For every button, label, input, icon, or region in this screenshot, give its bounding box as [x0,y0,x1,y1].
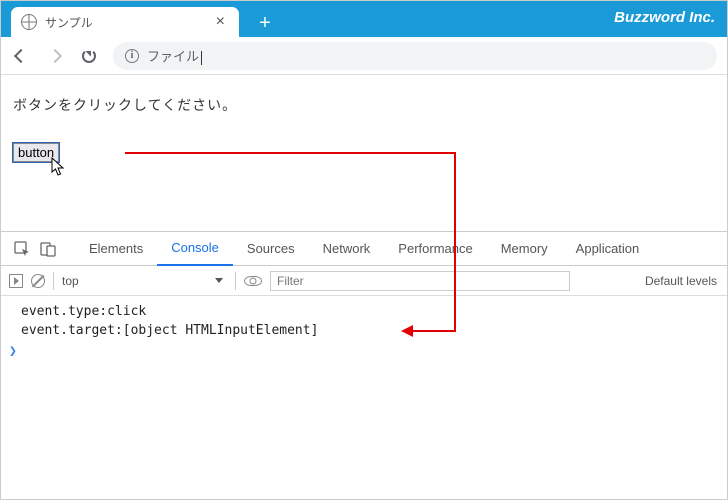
console-line: event.type:click [1,302,727,321]
page-body: ボタンをクリックしてください。 button [1,75,727,162]
console-output: event.type:click event.target:[object HT… [1,296,727,499]
clear-console-icon[interactable] [31,274,45,288]
address-field[interactable]: i ファイル [113,42,717,70]
device-toggle-icon[interactable] [35,236,61,262]
forward-button [45,46,65,66]
back-button[interactable] [11,46,31,66]
browser-titlebar: サンプル × + Buzzword Inc. [1,1,727,37]
url-bar: i ファイル [1,37,727,75]
tab-network[interactable]: Network [309,232,385,266]
tab-title: サンプル [45,14,212,31]
play-icon[interactable] [9,274,23,288]
tab-strip: サンプル × + [1,1,279,37]
divider [53,272,54,290]
console-line: event.target:[object HTMLInputElement] [1,321,727,340]
inspect-icon[interactable] [9,236,35,262]
chevron-down-icon [215,278,223,283]
devtools-tabbar: Elements Console Sources Network Perform… [1,232,727,266]
tab-memory[interactable]: Memory [487,232,562,266]
console-toolbar: top Default levels [1,266,727,296]
reload-button[interactable] [79,46,99,66]
new-tab-button[interactable]: + [251,9,279,37]
browser-tab[interactable]: サンプル × [11,7,239,37]
close-tab-icon[interactable]: × [212,13,229,31]
info-icon[interactable]: i [125,49,139,63]
globe-icon [21,14,37,30]
brand-label: Buzzword Inc. [614,1,727,26]
divider [235,272,236,290]
tab-elements[interactable]: Elements [75,232,157,266]
instruction-text: ボタンをクリックしてください。 [13,95,715,115]
context-selector[interactable]: top [62,274,227,288]
sample-button[interactable]: button [13,143,59,162]
console-prompt[interactable]: ❯ [1,340,727,359]
devtools-panel: Elements Console Sources Network Perform… [1,231,727,499]
tab-console[interactable]: Console [157,232,233,266]
context-label: top [62,274,79,288]
live-expression-icon[interactable] [244,276,262,286]
console-filter-input[interactable] [270,271,570,291]
tab-performance[interactable]: Performance [384,232,486,266]
text-cursor [201,51,202,65]
log-levels-selector[interactable]: Default levels [645,274,719,288]
address-label: ファイル [147,49,199,64]
tab-sources[interactable]: Sources [233,232,309,266]
tab-application[interactable]: Application [562,232,654,266]
